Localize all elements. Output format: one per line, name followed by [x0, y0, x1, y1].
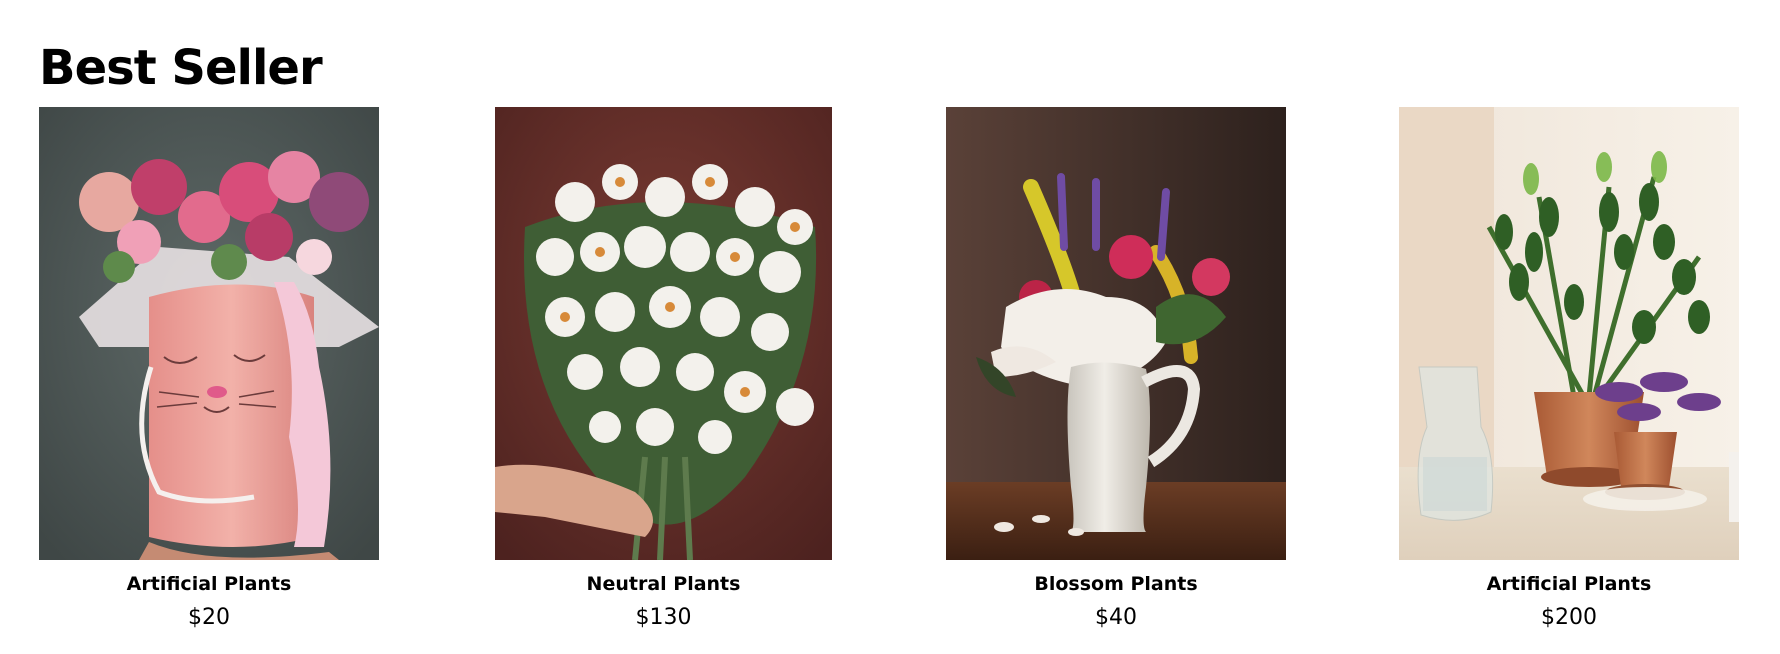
white-strawflower-bouquet-image[interactable] — [495, 107, 832, 560]
product-price: $20 — [188, 605, 230, 630]
product-card-artificial-plants-2[interactable]: Artificial Plants $200 — [1399, 107, 1739, 632]
pitcher-flower-arrangement-image[interactable] — [946, 107, 1286, 560]
product-price: $130 — [635, 605, 692, 630]
product-card-neutral-plants[interactable]: Neutral Plants $130 — [495, 107, 832, 632]
product-price: $40 — [1095, 605, 1137, 630]
product-name[interactable]: Artificial Plants — [39, 572, 379, 596]
product-name[interactable]: Blossom Plants — [946, 572, 1286, 596]
product-price: $200 — [1541, 605, 1597, 630]
product-name[interactable]: Artificial Plants — [1399, 572, 1739, 596]
product-card-blossom-plants[interactable]: Blossom Plants $40 — [946, 107, 1286, 632]
product-name[interactable]: Neutral Plants — [495, 572, 832, 596]
product-card-artificial-plants-1[interactable]: Artificial Plants $20 — [39, 107, 379, 632]
potted-houseplants-image[interactable] — [1399, 107, 1739, 560]
product-grid: Artificial Plants $20 Neutral Plants $13… — [0, 0, 1780, 654]
pink-cat-box-bouquet-image[interactable] — [39, 107, 379, 560]
